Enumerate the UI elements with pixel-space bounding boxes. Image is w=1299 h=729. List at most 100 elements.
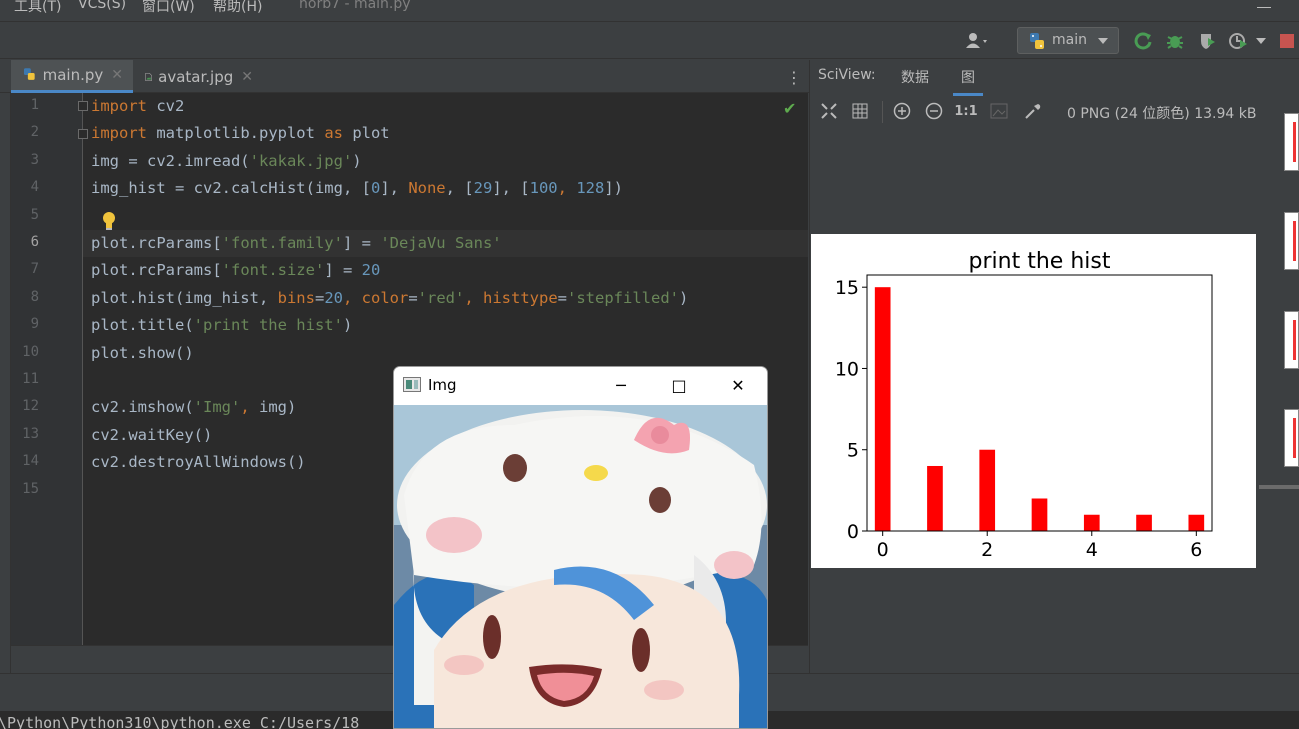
sciview-title: SciView:: [818, 67, 876, 83]
code-line: plot.rcParams['font.size'] = 20: [91, 261, 380, 279]
chart-title: print the hist: [969, 249, 1111, 274]
code-token: bins: [277, 288, 315, 307]
menu-tools[interactable]: 工具(T): [14, 0, 61, 16]
code-token: cv2.imshow(: [91, 398, 194, 417]
menu-vcs[interactable]: VCS(S): [78, 0, 126, 12]
close-button[interactable]: ✕: [728, 375, 748, 395]
minimize-button[interactable]: ─: [611, 375, 631, 395]
code-line: cv2.destroyAllWindows(): [91, 453, 306, 471]
code-token: 'font.family': [221, 234, 343, 252]
minimize-icon[interactable]: [1257, 0, 1271, 8]
lightbulb-icon[interactable]: [101, 211, 117, 231]
code-token: histtype: [483, 288, 558, 307]
code-token: as: [324, 124, 343, 143]
menu-bar: 工具(T) VCS(S) 窗口(W) 帮助(H) horb7 - main.py: [0, 0, 1299, 22]
plot-frame: [866, 274, 1213, 532]
ide-window: 工具(T) VCS(S) 窗口(W) 帮助(H) horb7 - main.py…: [0, 0, 1299, 729]
scrollbar[interactable]: [1259, 485, 1299, 489]
fold-icon[interactable]: [78, 101, 88, 111]
check-icon: ✔: [783, 99, 797, 118]
fold-icon[interactable]: [78, 129, 88, 139]
zoom-in-icon[interactable]: [892, 101, 912, 121]
code-token: cv2: [147, 97, 185, 115]
code-token: =: [408, 288, 418, 307]
gutter: 1 2 3 4 5 6 7 8 9 10 11 12 13 14 15: [11, 93, 83, 645]
code-token: ,: [342, 288, 362, 307]
code-token: 'red': [417, 288, 465, 307]
code-token: 20: [324, 288, 343, 307]
histogram-bar: [874, 287, 891, 531]
line-number: 12: [22, 398, 39, 415]
plot-thumbnail[interactable]: [1284, 311, 1299, 369]
tab-plots[interactable]: 图: [953, 67, 983, 96]
menu-window[interactable]: 窗口(W): [142, 0, 195, 16]
histogram-bar: [1136, 514, 1152, 531]
close-icon[interactable]: ✕: [111, 67, 123, 83]
code-token: ,: [557, 179, 577, 198]
code-token: 128: [576, 179, 605, 198]
maximize-button[interactable]: □: [669, 375, 689, 395]
zoom-out-icon[interactable]: [924, 101, 944, 121]
tab-avatar-jpg[interactable]: avatar.jpg ✕: [133, 60, 263, 93]
tab-main-py[interactable]: main.py ✕: [11, 60, 133, 93]
code-token: matplotlib.pyplot: [147, 124, 325, 143]
line-number: 5: [30, 206, 39, 223]
code-token: ): [679, 288, 689, 307]
code-token: cv2.waitKey(): [91, 425, 213, 444]
code-token: plot.rcParams[: [91, 234, 222, 252]
menu-help[interactable]: 帮助(H): [213, 0, 262, 16]
line-number: 13: [22, 425, 39, 442]
sciview-toolbar: 1:1 0 PNG (24 位颜色) 13.94 kB: [810, 93, 1299, 131]
actual-size-button[interactable]: 1:1: [954, 101, 977, 121]
chevron-down-icon: [1098, 38, 1108, 44]
background-icon[interactable]: [989, 101, 1009, 121]
color-picker-icon[interactable]: [1023, 101, 1043, 121]
tab-data[interactable]: 数据: [901, 67, 929, 87]
rerun-icon[interactable]: [1132, 30, 1154, 52]
image-window-titlebar[interactable]: Img ─ □ ✕: [394, 367, 767, 405]
code-token: =: [557, 288, 568, 307]
profile-icon[interactable]: [1227, 30, 1249, 52]
left-tool-strip: [0, 93, 11, 673]
python-file-icon: [23, 68, 35, 80]
plot-thumbnail[interactable]: [1284, 113, 1299, 171]
line-number: 11: [22, 371, 39, 387]
coverage-icon[interactable]: [1196, 30, 1218, 52]
line-number: 4: [30, 179, 39, 196]
user-icon[interactable]: [962, 30, 994, 52]
grid-icon[interactable]: [850, 101, 870, 121]
run-config-selector[interactable]: main: [1017, 27, 1119, 54]
code-token: , [: [445, 179, 474, 198]
histogram-chart: print the hist 0 2 4 6 0 5 10 15: [835, 249, 1213, 561]
code-token: None: [408, 179, 446, 198]
code-line: import cv2: [91, 97, 184, 115]
code-token: 'kakak.jpg': [249, 151, 353, 170]
more-options-icon[interactable]: ⋮: [786, 68, 802, 87]
plot-image[interactable]: print the hist 0 2 4 6 0 5 10 15: [811, 234, 1256, 568]
line-number: 14: [22, 453, 39, 470]
line-number: 9: [30, 316, 39, 333]
code-token: 0: [370, 179, 381, 198]
code-token: import: [91, 97, 147, 115]
code-token: 29: [473, 179, 493, 198]
code-line: import matplotlib.pyplot as plot: [91, 124, 390, 142]
stop-icon[interactable]: [1277, 30, 1297, 52]
code-token: 'print the hist': [193, 316, 343, 335]
debug-icon[interactable]: [1164, 30, 1186, 52]
tab-label: main.py: [42, 66, 104, 84]
line-number: 7: [30, 261, 39, 278]
image-window[interactable]: Img ─ □ ✕: [393, 366, 768, 729]
code-line: cv2.waitKey(): [91, 426, 212, 444]
image-window-title: Img: [428, 376, 457, 394]
plot-thumbnail[interactable]: [1284, 409, 1299, 467]
code-token: ): [342, 316, 353, 335]
chevron-down-icon[interactable]: [1254, 30, 1268, 52]
plot-thumbnail[interactable]: [1284, 212, 1299, 270]
close-icon[interactable]: ✕: [241, 69, 253, 85]
fit-icon[interactable]: [819, 101, 839, 121]
code-line: plot.hist(img_hist, bins=20, color='red'…: [91, 289, 688, 307]
toolbar-divider: [882, 101, 883, 123]
x-tick-label: 6: [1190, 539, 1202, 561]
code-token: 'stepfilled': [567, 288, 679, 307]
code-line: img_hist = cv2.calcHist(img, [0], None, …: [91, 179, 623, 197]
